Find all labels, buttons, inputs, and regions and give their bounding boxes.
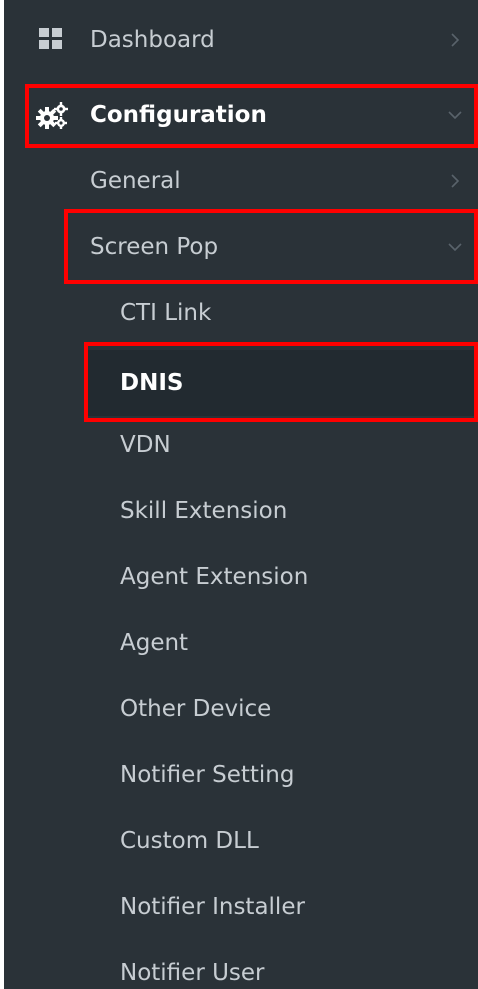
sidebar-subitem-other-device[interactable]: Other Device (4, 684, 478, 734)
sidebar-item-label: Agent (120, 630, 189, 656)
grid-icon (38, 27, 64, 51)
sidebar-item-screen-pop[interactable]: Screen Pop (4, 220, 478, 274)
sidebar-item-configuration[interactable]: Configuration (4, 88, 478, 142)
sidebar-subitem-agent[interactable]: Agent (4, 618, 478, 668)
sidebar-item-dashboard[interactable]: Dashboard (4, 14, 478, 66)
sidebar-item-label: Dashboard (90, 27, 215, 53)
sidebar-item-label: General (90, 168, 181, 194)
sidebar-subitem-dnis[interactable]: DNIS (88, 350, 478, 416)
sidebar-subitem-agent-extension[interactable]: Agent Extension (4, 552, 478, 602)
sidebar-item-label: Configuration (90, 102, 267, 128)
sidebar-item-label: Custom DLL (120, 828, 259, 854)
sidebar-subitem-vdn[interactable]: VDN (4, 420, 478, 470)
sidebar-subitem-custom-dll[interactable]: Custom DLL (4, 816, 478, 866)
sidebar-menu: Dashboard Configuration General Screen P… (4, 0, 478, 989)
sidebar-item-label: Notifier Installer (120, 894, 305, 920)
sidebar-item-label: Notifier User (120, 960, 265, 986)
gears-icon (36, 102, 68, 130)
sidebar-subitem-notifier-user[interactable]: Notifier User (4, 948, 478, 989)
chevron-right-icon (446, 31, 464, 49)
chevron-down-icon (446, 106, 464, 124)
sidebar-item-label: DNIS (120, 370, 184, 396)
sidebar-item-general[interactable]: General (4, 156, 478, 206)
sidebar-subitem-skill-extension[interactable]: Skill Extension (4, 486, 478, 536)
sidebar-subitem-notifier-installer[interactable]: Notifier Installer (4, 882, 478, 932)
sidebar-item-label: Notifier Setting (120, 762, 295, 788)
chevron-down-icon (446, 238, 464, 256)
sidebar-item-label: Agent Extension (120, 564, 309, 590)
sidebar-item-label: CTI Link (120, 300, 212, 326)
sidebar-item-label: Skill Extension (120, 498, 288, 524)
chevron-right-icon (446, 172, 464, 190)
sidebar-item-label: Other Device (120, 696, 272, 722)
sidebar-subitem-cti-link[interactable]: CTI Link (4, 288, 478, 338)
sidebar-subitem-notifier-setting[interactable]: Notifier Setting (4, 750, 478, 800)
sidebar-item-label: VDN (120, 432, 171, 458)
sidebar-item-label: Screen Pop (90, 234, 219, 260)
